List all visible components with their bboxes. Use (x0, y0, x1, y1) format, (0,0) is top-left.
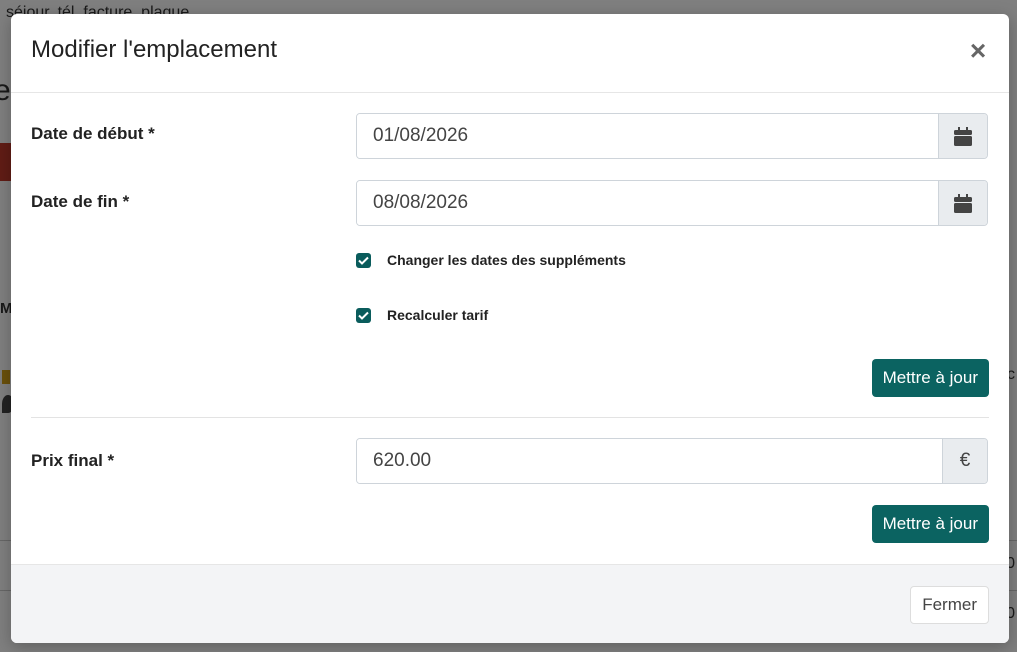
change-supplement-dates-checkbox[interactable] (356, 252, 371, 268)
modal-title: Modifier l'emplacement (31, 36, 278, 63)
close-icon[interactable]: × (967, 36, 989, 66)
recalculate-rate-checkbox[interactable] (356, 307, 371, 323)
checkmark-icon (358, 256, 369, 265)
final-price-label: Prix final * (31, 451, 115, 470)
final-price-input[interactable] (357, 439, 942, 483)
change-supplement-dates-label: Changer les dates des suppléments (387, 252, 626, 268)
end-date-group (356, 180, 988, 226)
calendar-icon (954, 193, 972, 213)
start-date-input[interactable] (357, 114, 938, 158)
modal-footer: Fermer (11, 564, 1009, 643)
start-date-calendar-button[interactable] (938, 114, 987, 158)
final-price-group: € (356, 438, 988, 484)
checkmark-icon (358, 311, 369, 320)
close-button[interactable]: Fermer (910, 586, 989, 624)
section-divider (31, 417, 989, 418)
end-date-input[interactable] (357, 181, 938, 225)
recalculate-rate-label: Recalculer tarif (387, 307, 489, 323)
calendar-icon (954, 126, 972, 146)
update-dates-button[interactable]: Mettre à jour (871, 359, 989, 397)
end-date-label: Date de fin * (31, 192, 130, 211)
end-date-calendar-button[interactable] (938, 181, 987, 225)
edit-location-modal: Modifier l'emplacement × Date de début *… (11, 14, 1009, 643)
update-price-button[interactable]: Mettre à jour (871, 505, 989, 543)
recalculate-rate-row[interactable]: Recalculer tarif (356, 307, 488, 323)
change-supplement-dates-row[interactable]: Changer les dates des suppléments (356, 252, 626, 268)
start-date-label: Date de début * (31, 124, 155, 143)
modal-header: Modifier l'emplacement × (11, 14, 1009, 93)
currency-addon: € (942, 439, 987, 483)
start-date-group (356, 113, 988, 159)
